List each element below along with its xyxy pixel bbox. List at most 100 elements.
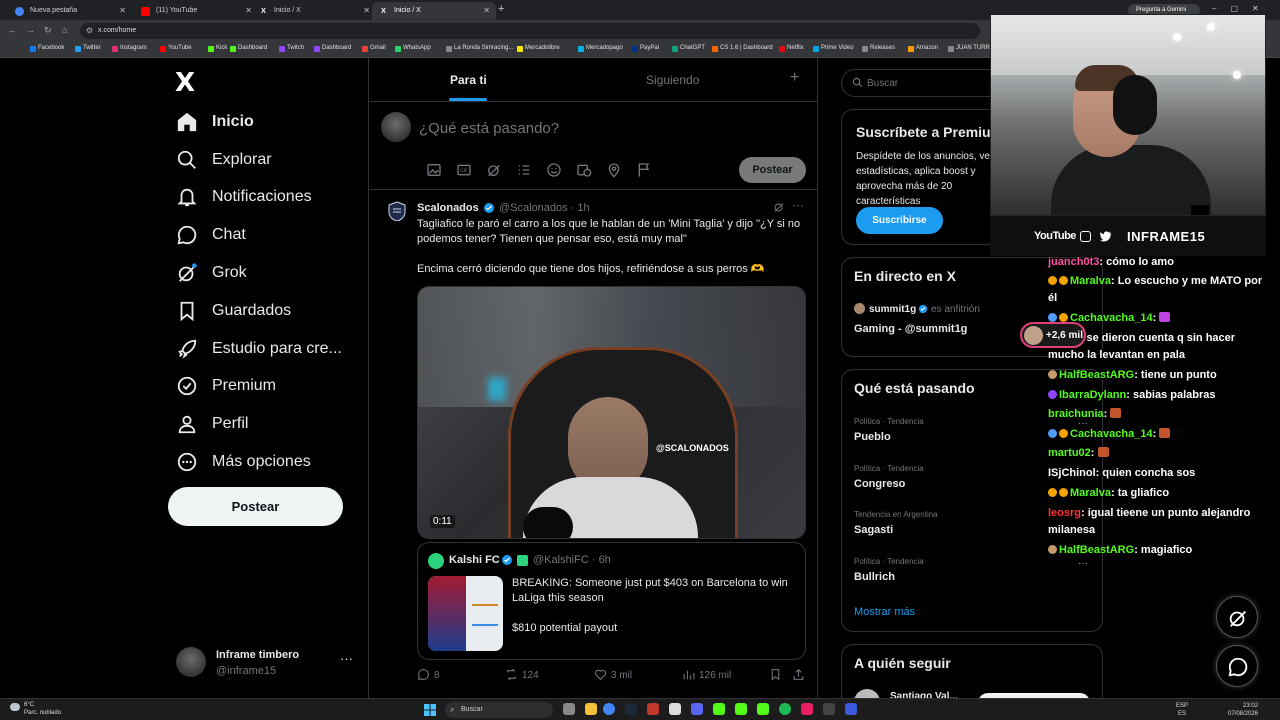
bookmark-item[interactable]: WhatsApp [395, 45, 431, 52]
browser-tab[interactable]: (11) YouTube ✕ [134, 2, 258, 20]
image-icon[interactable] [426, 162, 442, 178]
weather-temp: 6°C [24, 702, 35, 708]
tab-para-ti[interactable]: Para ti [450, 73, 487, 87]
windows-start-icon[interactable] [424, 704, 436, 716]
window-controls[interactable]: –▢✕ [1212, 4, 1273, 13]
tweet-handle[interactable]: @Scalonados · 1h [499, 202, 590, 214]
kick-icon[interactable] [757, 703, 769, 715]
close-icon[interactable]: ✕ [483, 6, 490, 15]
share-button[interactable] [792, 668, 809, 681]
task-view-icon[interactable] [563, 703, 575, 715]
bookmark-item[interactable]: Gmail [362, 45, 386, 52]
browser-tab-active[interactable]: X Inicio / X ✕ [372, 2, 496, 20]
language-indicator[interactable]: ESP ES [1176, 702, 1188, 718]
subscribe-button[interactable]: Suscribirse [856, 207, 943, 234]
location-icon[interactable] [606, 162, 622, 178]
repost-button[interactable]: 124 [505, 668, 539, 681]
bookmark-item[interactable]: ChatGPT [672, 45, 705, 52]
reply-button[interactable]: 8 [417, 668, 440, 681]
bookmark-item[interactable]: Prime Video [813, 45, 854, 52]
back-icon[interactable]: ← [8, 25, 17, 35]
bookmark-item[interactable]: Twitter [75, 45, 101, 52]
trend-name[interactable]: Bullrich [854, 571, 895, 583]
bookmark-item[interactable]: Dashboard [230, 45, 267, 52]
grok-icon[interactable] [486, 162, 502, 178]
trend-name[interactable]: Pueblo [854, 431, 891, 443]
site-info-icon[interactable]: ⚙ [86, 26, 93, 35]
bookmark-favicon-icon [446, 46, 452, 52]
app-icon[interactable] [669, 703, 681, 715]
browser-tab[interactable]: X Inicio / X ✕ [252, 2, 376, 20]
x-logo[interactable]: X [175, 68, 195, 98]
close-icon[interactable]: ✕ [245, 6, 252, 15]
kick-icon[interactable] [713, 703, 725, 715]
bookmark-button[interactable] [769, 668, 786, 681]
views-button[interactable]: 126 mil [682, 668, 731, 681]
app-icon[interactable] [845, 703, 857, 715]
bookmark-item[interactable]: Kick [208, 45, 227, 52]
search-input[interactable]: Buscar [841, 69, 991, 97]
forward-icon[interactable]: → [26, 25, 35, 35]
gif-icon[interactable]: GIF [456, 162, 472, 178]
taskbar-search[interactable]: ⌕ Buscar [445, 702, 553, 718]
grok-fab[interactable] [1216, 596, 1258, 638]
add-tab-button[interactable]: + [790, 69, 799, 87]
account-switcher[interactable]: Inframe timbero @inframe15 ··· [176, 645, 356, 681]
tab-siguiendo[interactable]: Siguiendo [646, 73, 699, 87]
reload-icon[interactable]: ↻ [44, 25, 52, 36]
weather-widget[interactable]: 6°C Parc. nublado [10, 701, 61, 717]
bookmark-item[interactable]: Facebook [30, 45, 64, 52]
chrome-icon[interactable] [603, 703, 615, 715]
like-button[interactable]: 3 mil [594, 668, 632, 681]
quoted-tweet[interactable]: Kalshi FC @KalshiFC · 6h BREAKING: Someo… [417, 542, 806, 660]
close-icon[interactable]: ✕ [119, 6, 126, 15]
post-button[interactable]: Postear [168, 487, 343, 526]
grok-icon[interactable] [773, 201, 785, 213]
app-icon[interactable] [647, 703, 659, 715]
bookmark-item[interactable]: JUAN TURR... [948, 45, 995, 52]
kick-icon[interactable] [735, 703, 747, 715]
live-broadcast-name[interactable]: Gaming - @summit1g [854, 323, 967, 335]
app-icon[interactable] [801, 703, 813, 715]
bookmark-item[interactable]: Mercadopago [578, 45, 623, 52]
poll-icon[interactable] [516, 162, 532, 178]
show-more-link[interactable]: Mostrar más [854, 606, 915, 618]
bookmark-item[interactable]: Instagram [112, 45, 147, 52]
close-icon[interactable]: ✕ [363, 6, 370, 15]
compose-input[interactable]: ¿Qué está pasando? [419, 120, 559, 137]
schedule-icon[interactable] [576, 162, 592, 178]
composer-post-button[interactable]: Postear [739, 157, 806, 183]
bookmark-item[interactable]: Mercadolibre [517, 45, 560, 52]
emoji-icon[interactable] [546, 162, 562, 178]
bookmark-item[interactable]: CS 1.6 | Dashboard [712, 45, 773, 52]
bookmark-item[interactable]: Netflix [779, 45, 804, 52]
more-icon[interactable]: ··· [340, 651, 353, 666]
bookmark-item[interactable]: La Ronda Simracing... [446, 45, 513, 52]
trend-name[interactable]: Congreso [854, 478, 905, 490]
home-icon[interactable]: ⌂ [62, 25, 67, 35]
messages-fab[interactable] [1216, 645, 1258, 687]
browser-tab[interactable]: Nueva pestaña ✕ [8, 2, 132, 20]
bookmark-item[interactable]: PayPal [632, 45, 659, 52]
bookmark-item[interactable]: YouTube [160, 45, 192, 52]
flag-icon[interactable] [636, 162, 652, 178]
file-explorer-icon[interactable] [585, 703, 597, 715]
spotify-icon[interactable] [779, 703, 791, 715]
tweet-video[interactable]: @SCALONADOS 0:11 [417, 286, 806, 539]
discord-icon[interactable] [691, 703, 703, 715]
live-host[interactable]: summit1g [869, 304, 916, 315]
tab-title: (11) YouTube [156, 7, 198, 14]
url-field[interactable]: ⚙ x.com/home [80, 23, 980, 39]
bookmark-item[interactable]: Amazon [908, 45, 938, 52]
app-icon[interactable] [823, 703, 835, 715]
svg-text:GIF: GIF [460, 168, 468, 174]
steam-icon[interactable] [625, 703, 637, 715]
trend-name[interactable]: Sagasti [854, 524, 893, 536]
more-icon[interactable]: ··· [792, 198, 804, 212]
tweet-author-name[interactable]: Scalonados [417, 202, 479, 214]
bookmark-item[interactable]: Twitch [279, 45, 304, 52]
new-tab-button[interactable]: + [498, 3, 504, 15]
bookmark-item[interactable]: Releases [862, 45, 895, 52]
bookmark-item[interactable]: Dashboard [314, 45, 351, 52]
taskbar-clock[interactable]: 23:02 07/08/2026 [1228, 702, 1258, 718]
